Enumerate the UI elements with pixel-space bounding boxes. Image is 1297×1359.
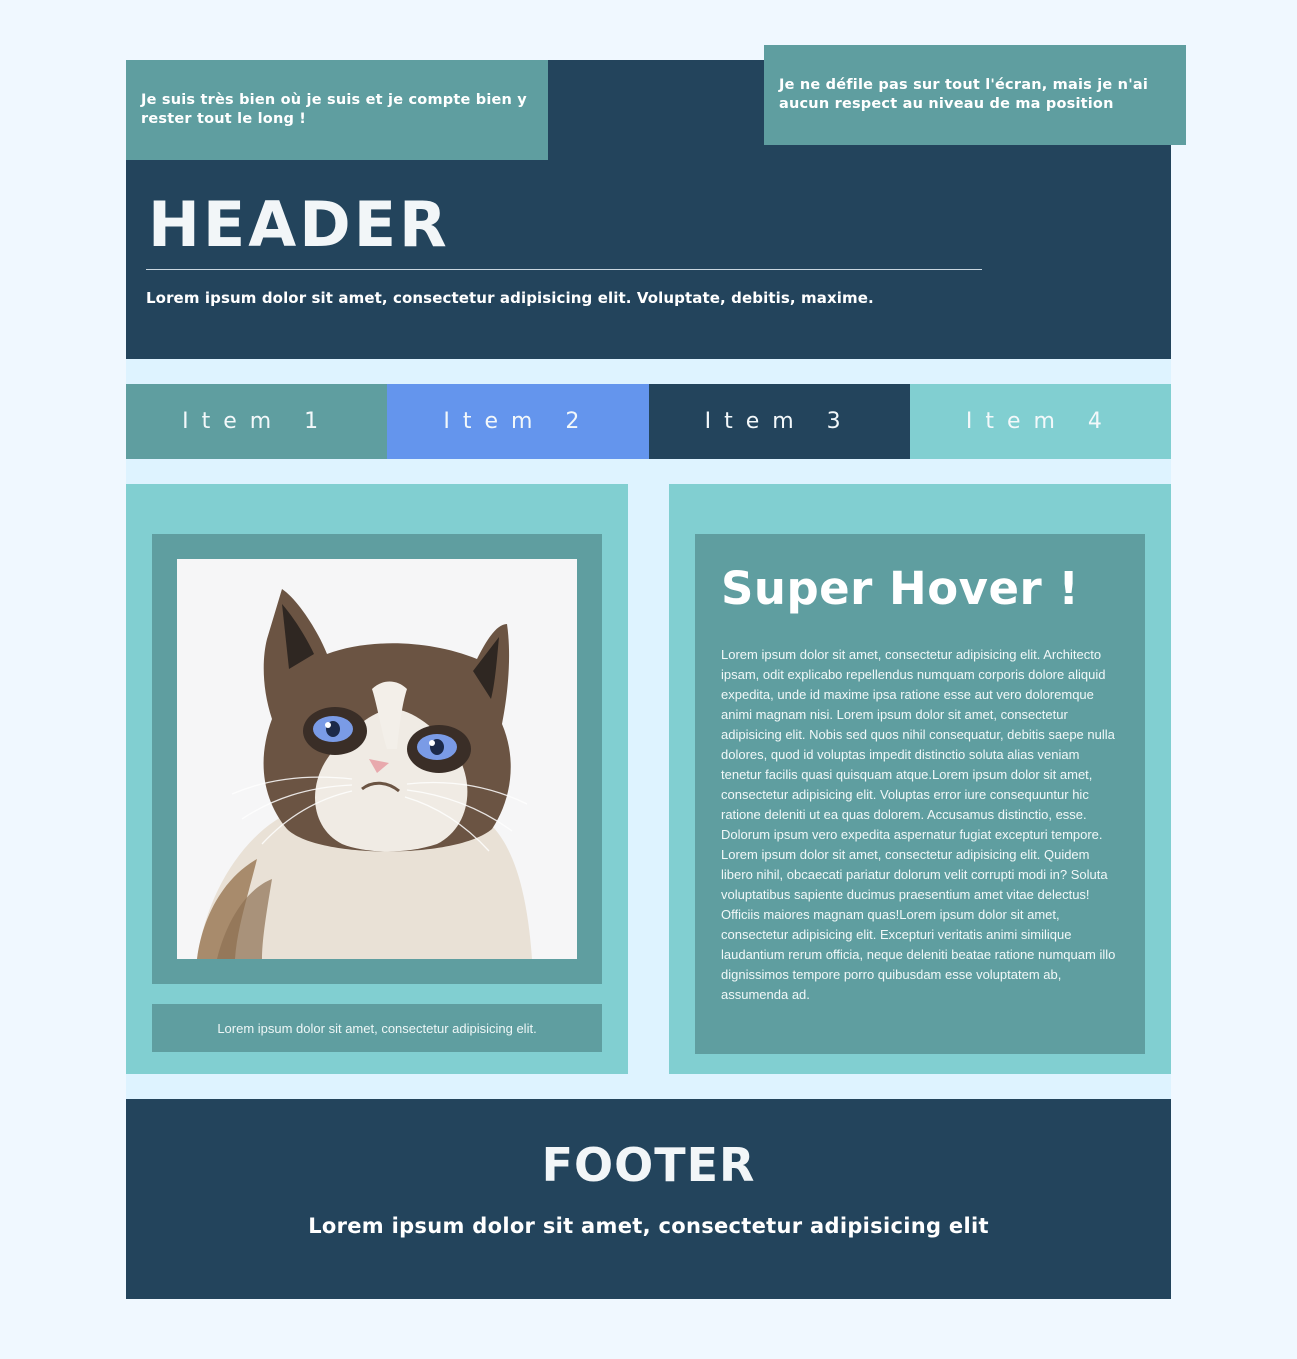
- nav-item-4[interactable]: Item 4: [909, 384, 1171, 459]
- header-title: HEADER: [148, 188, 450, 261]
- sticky-box-text: Je suis très bien où je suis et je compt…: [141, 92, 527, 127]
- hover-box[interactable]: Super Hover ! Lorem ipsum dolor sit amet…: [695, 534, 1145, 1054]
- cat-photo: [177, 559, 577, 959]
- nav-item-1[interactable]: Item 1: [126, 384, 388, 459]
- nav-item-3[interactable]: Item 3: [648, 384, 910, 459]
- hover-text: Lorem ipsum dolor sit amet, consectetur …: [721, 647, 1116, 1002]
- fixed-box-text: Je ne défile pas sur tout l'écran, mais …: [779, 77, 1148, 112]
- header-subtitle: Lorem ipsum dolor sit amet, consectetur …: [146, 289, 874, 307]
- sticky-box: Je suis très bien où je suis et je compt…: [126, 60, 548, 160]
- photo-caption: Lorem ipsum dolor sit amet, consectetur …: [152, 1004, 602, 1052]
- footer-text: Lorem ipsum dolor sit amet, consectetur …: [308, 1214, 989, 1238]
- fixed-box: Je ne défile pas sur tout l'écran, mais …: [764, 45, 1186, 145]
- hover-card: Super Hover ! Lorem ipsum dolor sit amet…: [669, 484, 1171, 1074]
- photo-frame: [152, 534, 602, 984]
- header-divider: [146, 269, 982, 270]
- footer-title: FOOTER: [541, 1138, 756, 1192]
- footer: FOOTER Lorem ipsum dolor sit amet, conse…: [126, 1099, 1171, 1299]
- cat-illustration: [177, 559, 577, 959]
- page-container: Je suis très bien où je suis et je compt…: [126, 60, 1171, 1299]
- main-nav: Item 1 Item 2 Item 3 Item 4: [126, 384, 1171, 459]
- photo-card: Lorem ipsum dolor sit amet, consectetur …: [126, 484, 628, 1074]
- hover-title: Super Hover !: [721, 562, 1080, 615]
- nav-item-2[interactable]: Item 2: [387, 384, 649, 459]
